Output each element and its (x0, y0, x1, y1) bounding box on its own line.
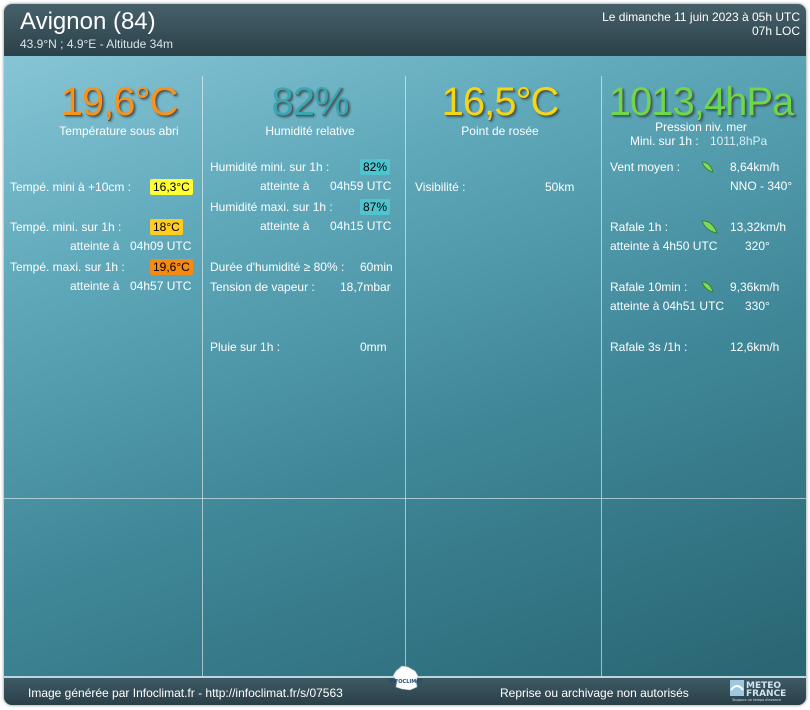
gust-10min-direction: 330° (745, 299, 770, 313)
humidity-max-1h-badge: 87% (360, 199, 391, 215)
column-divider (601, 76, 602, 680)
vapour-pressure-label: Tension de vapeur : (210, 280, 315, 294)
humidity-max-1h-time: 04h15 UTC (330, 219, 392, 233)
rain-1h-value: 0mm (360, 340, 387, 354)
weather-panel: Avignon (84) 43.9°N ; 4.9°E - Altitude 3… (4, 4, 806, 705)
humidity-min-1h-badge: 82% (360, 159, 391, 175)
meteo-france-logo-icon: METEO FRANCE Toujours un temps d'avance (730, 680, 786, 702)
humidity-min-1h-at-label: atteinte à (260, 179, 310, 193)
humidity-label: Humidité relative (265, 124, 355, 138)
pressure-label: Pression niv. mer (655, 120, 747, 134)
gust-3s-value: 12,6km/h (730, 340, 780, 354)
humidity-duration-value: 60min (360, 260, 393, 274)
rain-1h-label: Pluie sur 1h : (210, 340, 281, 354)
pressure-min-value: 1011,8hPa (710, 134, 768, 148)
wind-mean-value: 8,64km/h (730, 160, 780, 174)
wind-mean-label: Vent moyen : (610, 160, 681, 174)
temp-min-10cm-label: Tempé. mini à +10cm : (10, 180, 132, 194)
temperature-label: Température sous abri (59, 124, 179, 138)
temperature-value: 19,6°C (60, 80, 179, 124)
temp-max-1h-badge: 19,6°C (150, 259, 193, 275)
observation-date: Le dimanche 11 juin 2023 à 05h UTC (602, 10, 800, 24)
vapour-pressure-value: 18,7mbar (340, 280, 391, 294)
observation-local-time: 07h LOC (751, 24, 800, 38)
dewpoint-value: 16,5°C (441, 80, 560, 124)
gust-1h-value: 13,32km/h (730, 220, 787, 234)
humidity-duration-label: Durée d'humidité ≥ 80% : (210, 260, 345, 274)
temp-min-1h-label: Tempé. mini. sur 1h : (10, 220, 122, 234)
footer-credit: Image générée par Infoclimat.fr - http:/… (28, 686, 343, 700)
infoclimat-logo-text: INFOCLIMAT (389, 679, 424, 685)
row-divider (4, 498, 806, 499)
temp-min-1h-time: 04h09 UTC (130, 239, 192, 253)
dewpoint-label: Point de rosée (461, 124, 539, 138)
footer-rights: Reprise ou archivage non autorisés (500, 686, 689, 700)
humidity-value: 82% (271, 80, 349, 124)
temp-min-1h-badge: 18°C (150, 219, 183, 235)
gust-10min-value: 9,36km/h (730, 280, 780, 294)
temp-min-1h-at-label: atteinte à (70, 239, 120, 253)
gust-1h-label: Rafale 1h : (610, 220, 669, 234)
gust-10min-label: Rafale 10min : (610, 280, 688, 294)
gust-direction-icon (701, 281, 714, 293)
gust-direction-icon (701, 220, 718, 234)
gust-3s-label: Rafale 3s /1h : (610, 340, 688, 354)
humidity-max-1h-at-label: atteinte à (260, 219, 310, 233)
station-name: Avignon (84) (20, 8, 156, 35)
station-coordinates: 43.9°N ; 4.9°E - Altitude 34m (20, 37, 174, 51)
humidity-max-1h-label: Humidité maxi. sur 1h : (210, 200, 333, 214)
header-bar: Avignon (84) 43.9°N ; 4.9°E - Altitude 3… (4, 4, 806, 56)
wind-direction-icon (701, 161, 714, 173)
gust-1h-time: atteinte à 4h50 UTC (610, 239, 718, 253)
temp-min-10cm-badge: 16,3°C (150, 179, 193, 195)
visibility-value: 50km (545, 180, 575, 194)
temp-max-1h-label: Tempé. maxi. sur 1h : (10, 260, 125, 274)
gust-10min-time: atteinte à 04h51 UTC (610, 299, 725, 313)
visibility-label: Visibilité : (415, 180, 466, 194)
meteo-france-tagline: Toujours un temps d'avance (731, 698, 781, 702)
temp-max-1h-at-label: atteinte à (70, 279, 120, 293)
gust-1h-direction: 320° (745, 239, 770, 253)
humidity-min-1h-label: Humidité mini. sur 1h : (210, 160, 330, 174)
column-divider (405, 76, 406, 680)
column-divider (202, 76, 203, 680)
humidity-min-1h-time: 04h59 UTC (330, 179, 392, 193)
pressure-min-label: Mini. sur 1h : (630, 134, 699, 148)
infoclimat-logo-icon: INFOCLIMAT (389, 665, 424, 691)
wind-direction: NNO - 340° (730, 179, 793, 193)
pressure-value: 1013,4hPa (608, 80, 795, 124)
temp-max-1h-time: 04h57 UTC (130, 279, 192, 293)
